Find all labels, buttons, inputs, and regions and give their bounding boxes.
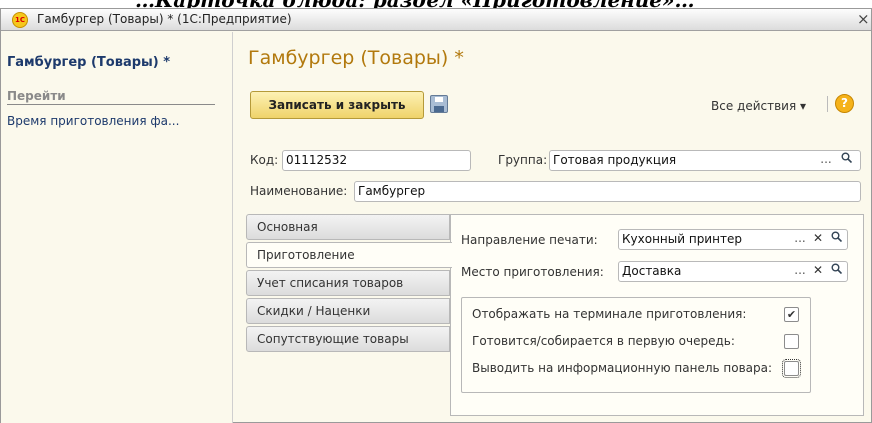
tab-related-products[interactable]: Сопутствующие товары bbox=[246, 326, 450, 352]
all-actions-menu[interactable]: Все действия ▾ bbox=[711, 99, 806, 113]
preparation-panel: Направление печати: Кухонный принтер ...… bbox=[450, 214, 864, 416]
checkbox-info-panel[interactable] bbox=[782, 359, 801, 378]
app-window: 1С Гамбургер (Товары) * (1С:Предприятие)… bbox=[0, 8, 872, 423]
page-overlay-strip: …Карточка блюда: раздел «Приготовление»… bbox=[0, 0, 872, 12]
prep-place-label: Место приготовления: bbox=[461, 265, 604, 279]
help-icon[interactable]: ? bbox=[835, 94, 854, 113]
name-label: Наименование: bbox=[250, 184, 348, 198]
name-field[interactable]: Гамбургер bbox=[354, 181, 861, 202]
checkbox-show-on-terminal[interactable]: ✔ bbox=[784, 307, 799, 322]
tab-discounts-markups[interactable]: Скидки / Наценки bbox=[246, 298, 450, 324]
divider bbox=[827, 96, 828, 112]
prep-place-search-icon[interactable] bbox=[828, 262, 844, 281]
terminal-options-group: Отображать на терминале приготовления: ✔… bbox=[461, 297, 811, 393]
group-search-icon[interactable] bbox=[838, 151, 854, 170]
sidebar-title[interactable]: Гамбургер (Товары) * bbox=[7, 55, 170, 70]
code-label: Код: bbox=[250, 153, 279, 167]
title-bar: 1С Гамбургер (Товары) * (1С:Предприятие)… bbox=[1, 9, 871, 31]
checkbox-priority[interactable] bbox=[784, 334, 799, 349]
print-direction-clear-icon[interactable]: ✕ bbox=[810, 230, 826, 249]
print-direction-label: Направление печати: bbox=[461, 233, 598, 247]
sidebar-section-goto: Перейти bbox=[7, 89, 215, 105]
group-value: Готовая продукция bbox=[553, 153, 677, 167]
group-field[interactable]: Готовая продукция bbox=[549, 150, 861, 171]
window-title: Гамбургер (Товары) * (1С:Предприятие) bbox=[37, 12, 292, 26]
prep-place-select-button[interactable]: ... bbox=[792, 262, 808, 281]
print-direction-select-button[interactable]: ... bbox=[792, 230, 808, 249]
print-direction-value: Кухонный принтер bbox=[622, 232, 742, 246]
1c-logo-icon: 1С bbox=[12, 12, 28, 28]
code-field[interactable]: 01112532 bbox=[282, 150, 471, 171]
navigation-panel: Гамбургер (Товары) * Перейти Время приго… bbox=[1, 32, 233, 423]
tab-main[interactable]: Основная bbox=[246, 214, 450, 240]
sidebar-link-cooking-time[interactable]: Время приготовления фа... bbox=[7, 114, 179, 128]
main-form: Гамбургер (Товары) * Записать и закрыть … bbox=[234, 32, 871, 423]
tab-preparation[interactable]: Приготовление bbox=[246, 242, 452, 268]
save-disk-icon[interactable] bbox=[430, 95, 448, 113]
page-title: Гамбургер (Товары) * bbox=[248, 47, 464, 69]
group-select-button[interactable]: ... bbox=[818, 151, 834, 170]
save-and-close-button[interactable]: Записать и закрыть bbox=[250, 91, 424, 119]
print-direction-search-icon[interactable] bbox=[828, 230, 844, 249]
tab-write-off-accounting[interactable]: Учет списания товаров bbox=[246, 270, 450, 296]
close-icon[interactable]: × bbox=[857, 10, 870, 28]
prep-place-clear-icon[interactable]: ✕ bbox=[810, 262, 826, 281]
checkbox-label-info-panel: Выводить на информационную панель повара… bbox=[472, 361, 773, 375]
group-label: Группа: bbox=[498, 153, 548, 167]
checkbox-label-priority: Готовится/собирается в первую очередь: bbox=[472, 334, 735, 348]
prep-place-value: Доставка bbox=[622, 264, 682, 278]
checkbox-label-show-on-terminal: Отображать на терминале приготовления: bbox=[472, 307, 747, 321]
